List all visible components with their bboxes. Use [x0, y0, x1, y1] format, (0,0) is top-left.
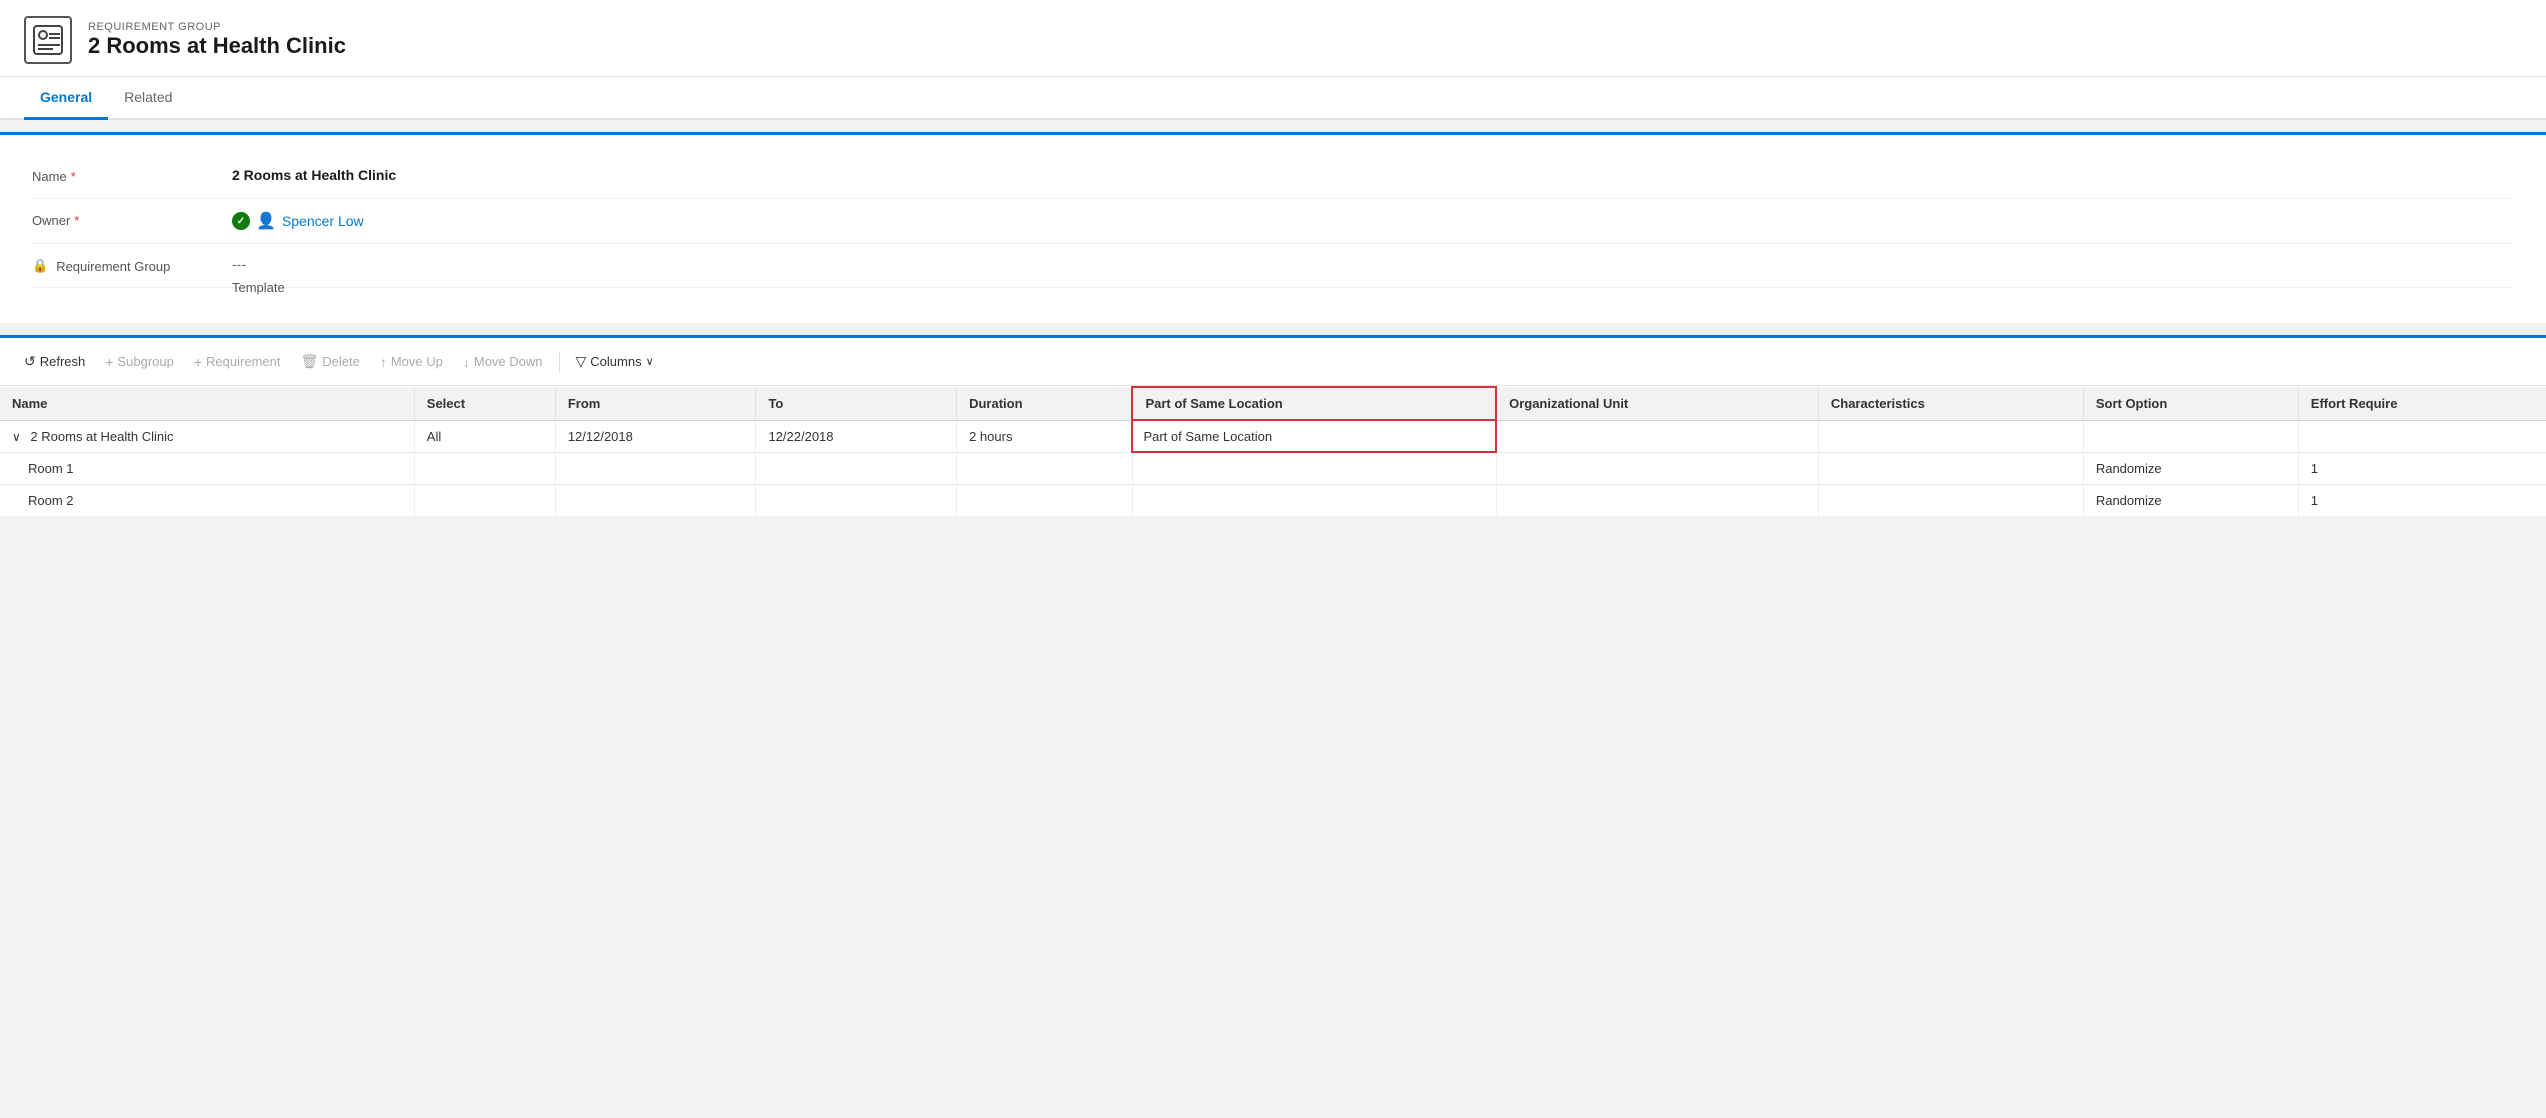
expand-icon-0: ∨ [12, 430, 21, 444]
requirement-button[interactable]: + Requirement [186, 349, 289, 375]
grid-section: ↺ Refresh + Subgroup + Requirement 🗑 Del… [0, 335, 2546, 516]
col-header-duration: Duration [957, 387, 1133, 420]
col-header-to: To [756, 387, 957, 420]
cell-to-2 [756, 484, 957, 516]
cell-characteristics-0 [1818, 420, 2083, 452]
cell-select-0: All [414, 420, 555, 452]
name-value: 2 Rooms at Health Clinic [232, 167, 732, 183]
filter-icon: ▽ [576, 353, 587, 370]
refresh-icon: ↺ [24, 353, 36, 370]
toolbar-separator [559, 352, 560, 372]
template-value: --- [232, 256, 732, 272]
owner-label: Owner * [32, 211, 232, 228]
cell-org-unit-2 [1496, 484, 1818, 516]
col-header-select: Select [414, 387, 555, 420]
cell-sort-option-2: Randomize [2083, 484, 2298, 516]
cell-part-of-same-0: Part of Same Location [1132, 420, 1496, 452]
field-owner: Owner * ✓ 👤 Spencer Low [32, 199, 2514, 244]
trash-icon: 🗑 [300, 353, 318, 370]
cell-duration-2 [957, 484, 1133, 516]
page-header: REQUIREMENT GROUP 2 Rooms at Health Clin… [0, 0, 2546, 77]
cell-from-0: 12/12/2018 [555, 420, 756, 452]
table-row[interactable]: Room 1 Randomize 1 [0, 452, 2546, 484]
name-label: Name * [32, 167, 232, 184]
template-sublabel: Template [32, 280, 2514, 295]
form-section: Name * 2 Rooms at Health Clinic Owner * … [0, 132, 2546, 323]
cell-name-1: Room 1 [0, 452, 414, 484]
cell-characteristics-2 [1818, 484, 2083, 516]
cell-name-0: ∨ 2 Rooms at Health Clinic [0, 420, 414, 452]
cell-duration-0: 2 hours [957, 420, 1133, 452]
cell-effort-2: 1 [2298, 484, 2546, 516]
col-header-org-unit: Organizational Unit [1496, 387, 1818, 420]
cell-to-0: 12/22/2018 [756, 420, 957, 452]
owner-check-icon: ✓ [232, 212, 250, 230]
cell-name-2: Room 2 [0, 484, 414, 516]
col-header-from: From [555, 387, 756, 420]
col-header-characteristics: Characteristics [1818, 387, 2083, 420]
header-text: REQUIREMENT GROUP 2 Rooms at Health Clin… [88, 21, 346, 59]
columns-button[interactable]: ▽ Columns ∨ [568, 348, 662, 375]
cell-effort-0 [2298, 420, 2546, 452]
field-name: Name * 2 Rooms at Health Clinic [32, 155, 2514, 199]
header-icon [24, 16, 72, 64]
plus-icon-subgroup: + [105, 354, 113, 370]
move-down-button[interactable]: ↓ Move Down [455, 349, 551, 375]
template-label: 🔒 Requirement Group [32, 256, 232, 274]
col-header-sort-option: Sort Option [2083, 387, 2298, 420]
lock-icon: 🔒 [32, 258, 48, 274]
required-star: * [71, 169, 76, 184]
refresh-button[interactable]: ↺ Refresh [16, 348, 93, 375]
tab-related[interactable]: Related [108, 77, 188, 120]
cell-part-of-same-1 [1132, 452, 1496, 484]
cell-org-unit-0 [1496, 420, 1818, 452]
cell-sort-option-0 [2083, 420, 2298, 452]
cell-select-1 [414, 452, 555, 484]
cell-from-2 [555, 484, 756, 516]
data-grid: Name Select From To Duration Part of Sam… [0, 386, 2546, 516]
cell-effort-1: 1 [2298, 452, 2546, 484]
header-title: 2 Rooms at Health Clinic [88, 33, 346, 59]
arrow-down-icon: ↓ [463, 354, 470, 370]
table-row[interactable]: ∨ 2 Rooms at Health Clinic All 12/12/201… [0, 420, 2546, 452]
cell-org-unit-1 [1496, 452, 1818, 484]
subgroup-button[interactable]: + Subgroup [97, 349, 182, 375]
cell-part-of-same-2 [1132, 484, 1496, 516]
cell-from-1 [555, 452, 756, 484]
col-header-part-of-same: Part of Same Location [1132, 387, 1496, 420]
table-row[interactable]: Room 2 Randomize 1 [0, 484, 2546, 516]
delete-button[interactable]: 🗑 Delete [292, 348, 367, 375]
col-header-name: Name [0, 387, 414, 420]
tab-general[interactable]: General [24, 77, 108, 120]
cell-duration-1 [957, 452, 1133, 484]
cell-select-2 [414, 484, 555, 516]
plus-icon-req: + [194, 354, 202, 370]
tabs-bar: General Related [0, 77, 2546, 120]
col-header-effort-required: Effort Require [2298, 387, 2546, 420]
table-header-row: Name Select From To Duration Part of Sam… [0, 387, 2546, 420]
header-subtitle: REQUIREMENT GROUP [88, 21, 346, 33]
cell-characteristics-1 [1818, 452, 2083, 484]
chevron-down-icon: ∨ [646, 355, 654, 368]
grid-toolbar: ↺ Refresh + Subgroup + Requirement 🗑 Del… [0, 338, 2546, 386]
arrow-up-icon: ↑ [380, 354, 387, 370]
required-star-owner: * [74, 213, 79, 228]
cell-to-1 [756, 452, 957, 484]
move-up-button[interactable]: ↑ Move Up [372, 349, 451, 375]
user-icon: 👤 [256, 211, 276, 231]
cell-sort-option-1: Randomize [2083, 452, 2298, 484]
owner-name[interactable]: Spencer Low [282, 213, 732, 229]
owner-value: ✓ 👤 Spencer Low [232, 211, 732, 231]
